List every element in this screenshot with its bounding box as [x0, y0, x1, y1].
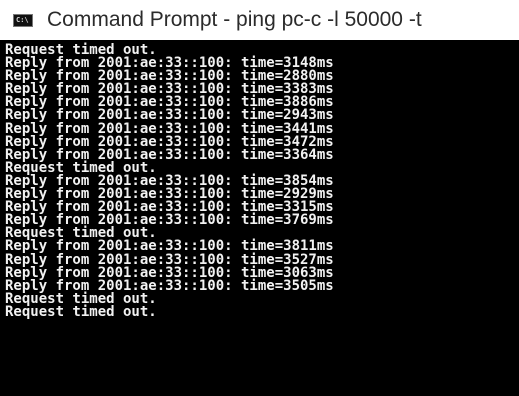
- command-prompt-icon-label: C:\: [16, 16, 29, 24]
- command-prompt-window: C:\ Command Prompt - ping pc-c -l 50000 …: [0, 0, 519, 396]
- console-output-area[interactable]: Request timed out. Reply from 2001:ae:33…: [0, 40, 519, 396]
- command-prompt-icon[interactable]: C:\: [13, 14, 33, 27]
- window-title: Command Prompt - ping pc-c -l 50000 -t: [47, 8, 422, 31]
- console-lines: Request timed out. Reply from 2001:ae:33…: [5, 43, 334, 320]
- title-bar[interactable]: C:\ Command Prompt - ping pc-c -l 50000 …: [0, 0, 519, 40]
- console-line: Request timed out.: [5, 303, 157, 320]
